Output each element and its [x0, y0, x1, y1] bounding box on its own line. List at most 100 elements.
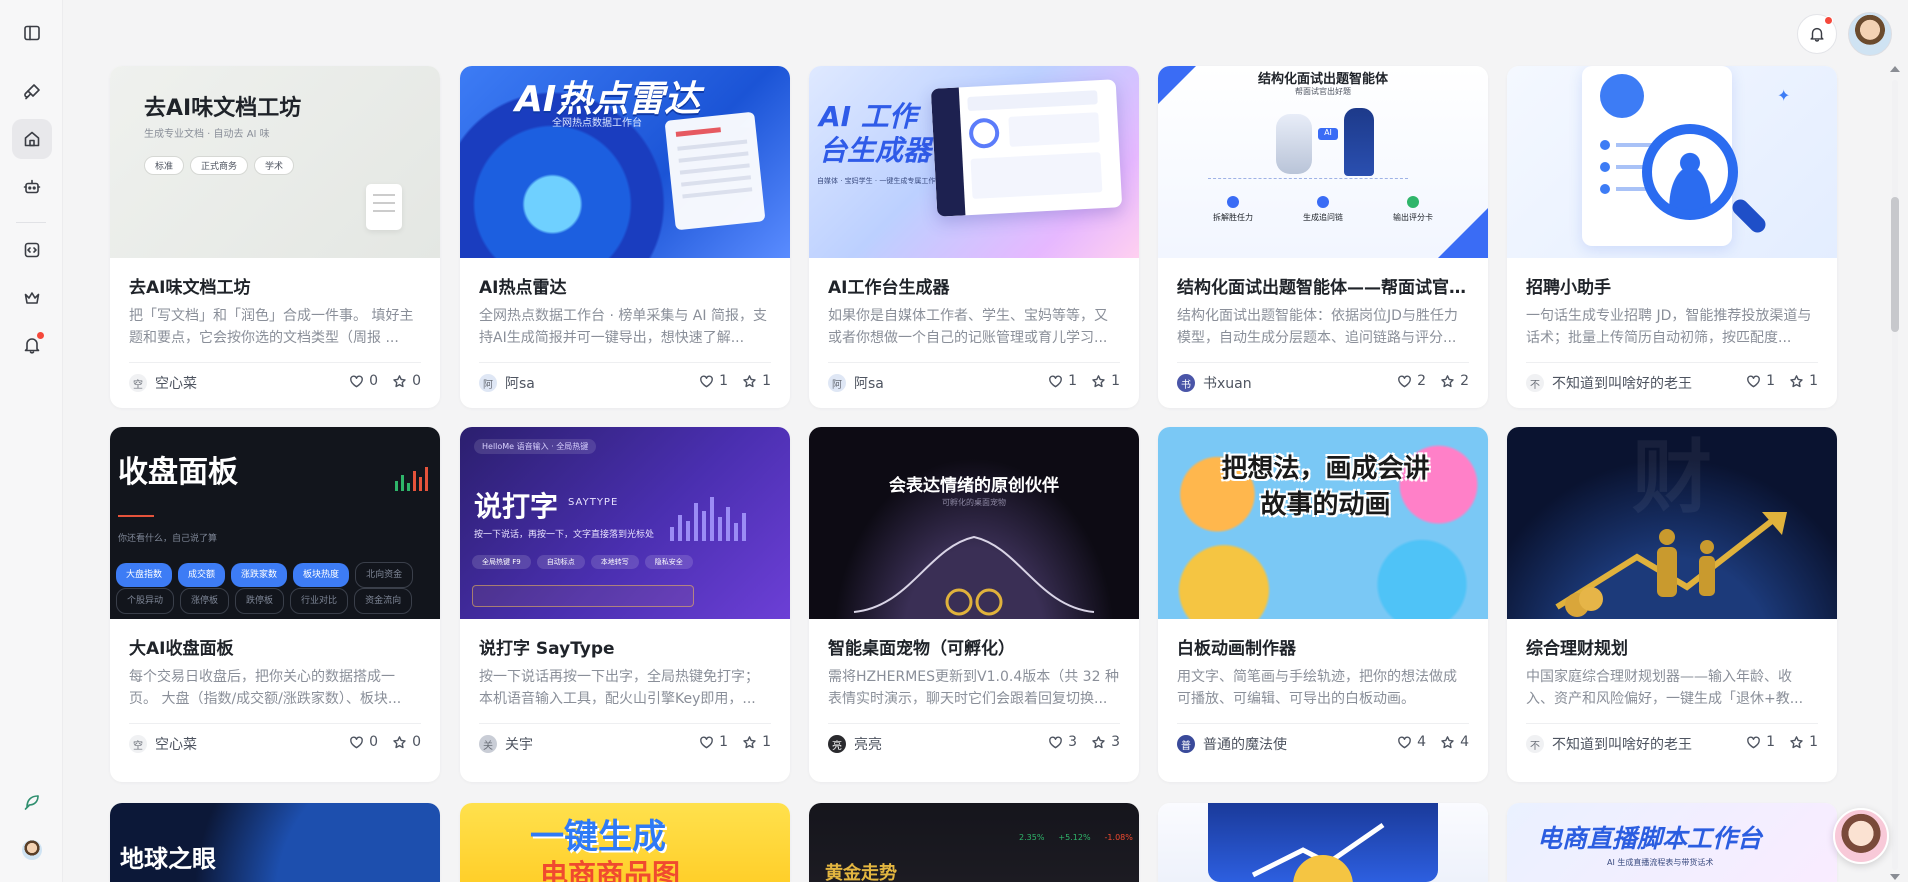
thumbnail-subtitle: AI 生成直播流程表与带货话术: [1607, 858, 1714, 867]
favorite-button[interactable]: 1: [1789, 373, 1818, 389]
app-card[interactable]: 财 综合理财规划 中国家庭综合理财规划器——输入年龄、收入、资产和风险偏好，一键…: [1507, 427, 1837, 782]
card-title: 招聘小助手: [1526, 278, 1611, 298]
card-description: 需将HZHERMES更新到V1.0.4版本（共 32 种表情实时演示，聊天时它们…: [828, 669, 1119, 707]
favorite-button[interactable]: 4: [1440, 734, 1469, 750]
app-card[interactable]: AI 工作台生成器 自媒体 · 宝妈学生 · 一键生成专属工作台 AI工作台生成…: [809, 66, 1139, 408]
favorite-button[interactable]: 0: [392, 734, 421, 750]
step-label: 输出评分卡: [1393, 213, 1433, 222]
code-box-icon: [24, 242, 40, 258]
favorite-button[interactable]: 1: [1091, 373, 1120, 389]
thumbnail-tag: 大盘指数: [116, 563, 173, 587]
app-card[interactable]: 地球之眼: [110, 803, 440, 882]
card-author[interactable]: 阿阿sa: [828, 373, 884, 393]
card-author[interactable]: 普普通的魔法使: [1177, 734, 1287, 754]
author-name: 书xuan: [1203, 376, 1252, 392]
card-author[interactable]: 空空心菜: [129, 734, 197, 754]
thumbnail-tag: 学术: [254, 156, 295, 175]
card-thumbnail: 地球之眼: [110, 803, 440, 882]
author-avatar: 不: [1526, 374, 1544, 392]
like-button[interactable]: 1: [1746, 734, 1775, 750]
favorite-button[interactable]: 0: [392, 373, 421, 389]
scrollbar-thumb[interactable]: [1891, 197, 1899, 332]
card-author[interactable]: 不不知道到叫啥好的老王: [1526, 373, 1692, 393]
sidebar-item-apps[interactable]: [12, 230, 52, 270]
author-avatar: 空: [129, 374, 147, 392]
card-thumbnail: [1158, 803, 1488, 882]
favorite-button[interactable]: 1: [742, 734, 771, 750]
scroll-up-icon[interactable]: [1890, 66, 1900, 72]
like-button[interactable]: 1: [1746, 373, 1775, 389]
thumbnail-tag: 隐私安全: [644, 555, 693, 569]
star-icon: [1441, 735, 1454, 748]
card-divider: [1177, 362, 1469, 363]
card-author[interactable]: 阿阿sa: [479, 373, 535, 393]
like-button[interactable]: 4: [1397, 734, 1426, 750]
like-button[interactable]: 0: [349, 373, 378, 389]
like-button[interactable]: 2: [1397, 373, 1426, 389]
app-card[interactable]: 结构化面试出题智能体 帮面试官出好题 AI 拆解胜任力 生成追问链 输出评分卡 …: [1158, 66, 1488, 408]
notification-button[interactable]: [1797, 14, 1837, 54]
app-card[interactable]: AI热点雷达 全网热点数据工作台 AI热点雷达 全网热点数据工作台 · 榜单采集…: [460, 66, 790, 408]
author-avatar: 普: [1177, 735, 1195, 753]
app-card[interactable]: HelloMe 语音输入 · 全局热键 说打字 SAYTYPE 按一下说话，再按…: [460, 427, 790, 782]
thumbnail-title: 会表达情绪的原创伙伴: [889, 476, 1059, 496]
card-author[interactable]: 书书xuan: [1177, 373, 1252, 393]
card-divider: [129, 362, 421, 363]
favorite-button[interactable]: 1: [1789, 734, 1818, 750]
heart-icon: [1049, 735, 1063, 748]
author-avatar: 关: [479, 735, 497, 753]
like-button[interactable]: 1: [699, 373, 728, 389]
scroll-down-icon[interactable]: [1890, 874, 1900, 880]
sidebar: [0, 0, 63, 882]
document-icon: [366, 184, 402, 230]
page-scrollbar[interactable]: [1888, 62, 1902, 882]
app-card[interactable]: 会表达情绪的原创伙伴 可孵化的桌面宠物 智能桌面宠物（可孵化） 需将HZHERM…: [809, 427, 1139, 782]
thumbnail-tag: +5.12%: [1058, 833, 1091, 842]
star-icon: [743, 374, 756, 387]
thumbnail-tag: 全局热键 F9: [472, 555, 531, 569]
app-card[interactable]: 电商直播脚本工作台 AI 生成直播流程表与带货话术: [1507, 803, 1837, 882]
robot-icon: [23, 179, 41, 194]
app-card[interactable]: 去AI味文档工坊 生成专业文档 · 自动去 AI 味 标准 正式商务 学术 去AI味…: [110, 66, 440, 408]
card-divider: [1177, 723, 1469, 724]
card-description: 一句话生成专业招聘 JD，智能推荐投放渠道与话术；批量上传简历自动初筛，按匹配度…: [1526, 308, 1812, 346]
app-card[interactable]: ✦ 招聘小助手 一句话生成专业招聘 JD，智能推荐投放渠道与话术；批量上传简历自…: [1507, 66, 1837, 408]
card-description: 用文字、简笔画与手绘轨迹，把你的想法做成可播放、可编辑、可导出的白板动画。: [1177, 669, 1457, 707]
card-author[interactable]: 不不知道到叫啥好的老王: [1526, 734, 1692, 754]
app-card[interactable]: 收盘面板 你还看什么，自己说了算 大盘指数 成交额 涨跌家数 板块热度 北向资金个股异动…: [110, 427, 440, 782]
like-button[interactable]: 1: [1048, 373, 1077, 389]
sidebar-item-create[interactable]: [12, 72, 52, 112]
sidebar-logo[interactable]: [12, 782, 52, 822]
sidebar-item-vip[interactable]: [12, 278, 52, 318]
sidebar-toggle-button[interactable]: [12, 13, 52, 53]
thumbnail-tag: -1.08%: [1104, 833, 1133, 842]
card-stats: 1 1: [1746, 373, 1818, 389]
app-card[interactable]: 一键生成 电商商品图: [460, 803, 790, 882]
card-thumbnail: 会表达情绪的原创伙伴 可孵化的桌面宠物: [809, 427, 1139, 619]
like-button[interactable]: 0: [349, 734, 378, 750]
sidebar-item-home[interactable]: [12, 119, 52, 159]
app-card[interactable]: 把想法，画成会讲故事的动画 白板动画制作器 用文字、简笔画与手绘轨迹，把你的想法…: [1158, 427, 1488, 782]
sidebar-item-notifications[interactable]: [12, 325, 52, 365]
app-card[interactable]: [1158, 803, 1488, 882]
card-stats: 0 0: [349, 734, 421, 750]
favorite-button[interactable]: 3: [1091, 734, 1120, 750]
dashboard-mockup: [930, 79, 1123, 217]
like-button[interactable]: 1: [699, 734, 728, 750]
card-author[interactable]: 亮亮亮: [828, 734, 882, 754]
pet-silhouette-icon: [853, 535, 1095, 616]
sidebar-item-agents[interactable]: [12, 167, 52, 207]
favorite-button[interactable]: 1: [742, 373, 771, 389]
sidebar-user[interactable]: [12, 830, 52, 870]
assistant-avatar-button[interactable]: [1833, 808, 1889, 864]
thumbnail-subtitle: 全网热点数据工作台: [552, 118, 642, 129]
favorite-button[interactable]: 2: [1440, 373, 1469, 389]
like-button[interactable]: 3: [1048, 734, 1077, 750]
card-thumbnail: AI热点雷达 全网热点数据工作台: [460, 66, 790, 258]
user-avatar[interactable]: [1848, 12, 1892, 56]
card-author[interactable]: 关关宇: [479, 734, 533, 754]
app-card[interactable]: 黄金走势 2.35% +5.12% -1.08%: [809, 803, 1139, 882]
card-author[interactable]: 空空心菜: [129, 373, 197, 393]
thumbnail-tag: 行业对比: [290, 588, 349, 614]
star-icon: [1790, 374, 1803, 387]
